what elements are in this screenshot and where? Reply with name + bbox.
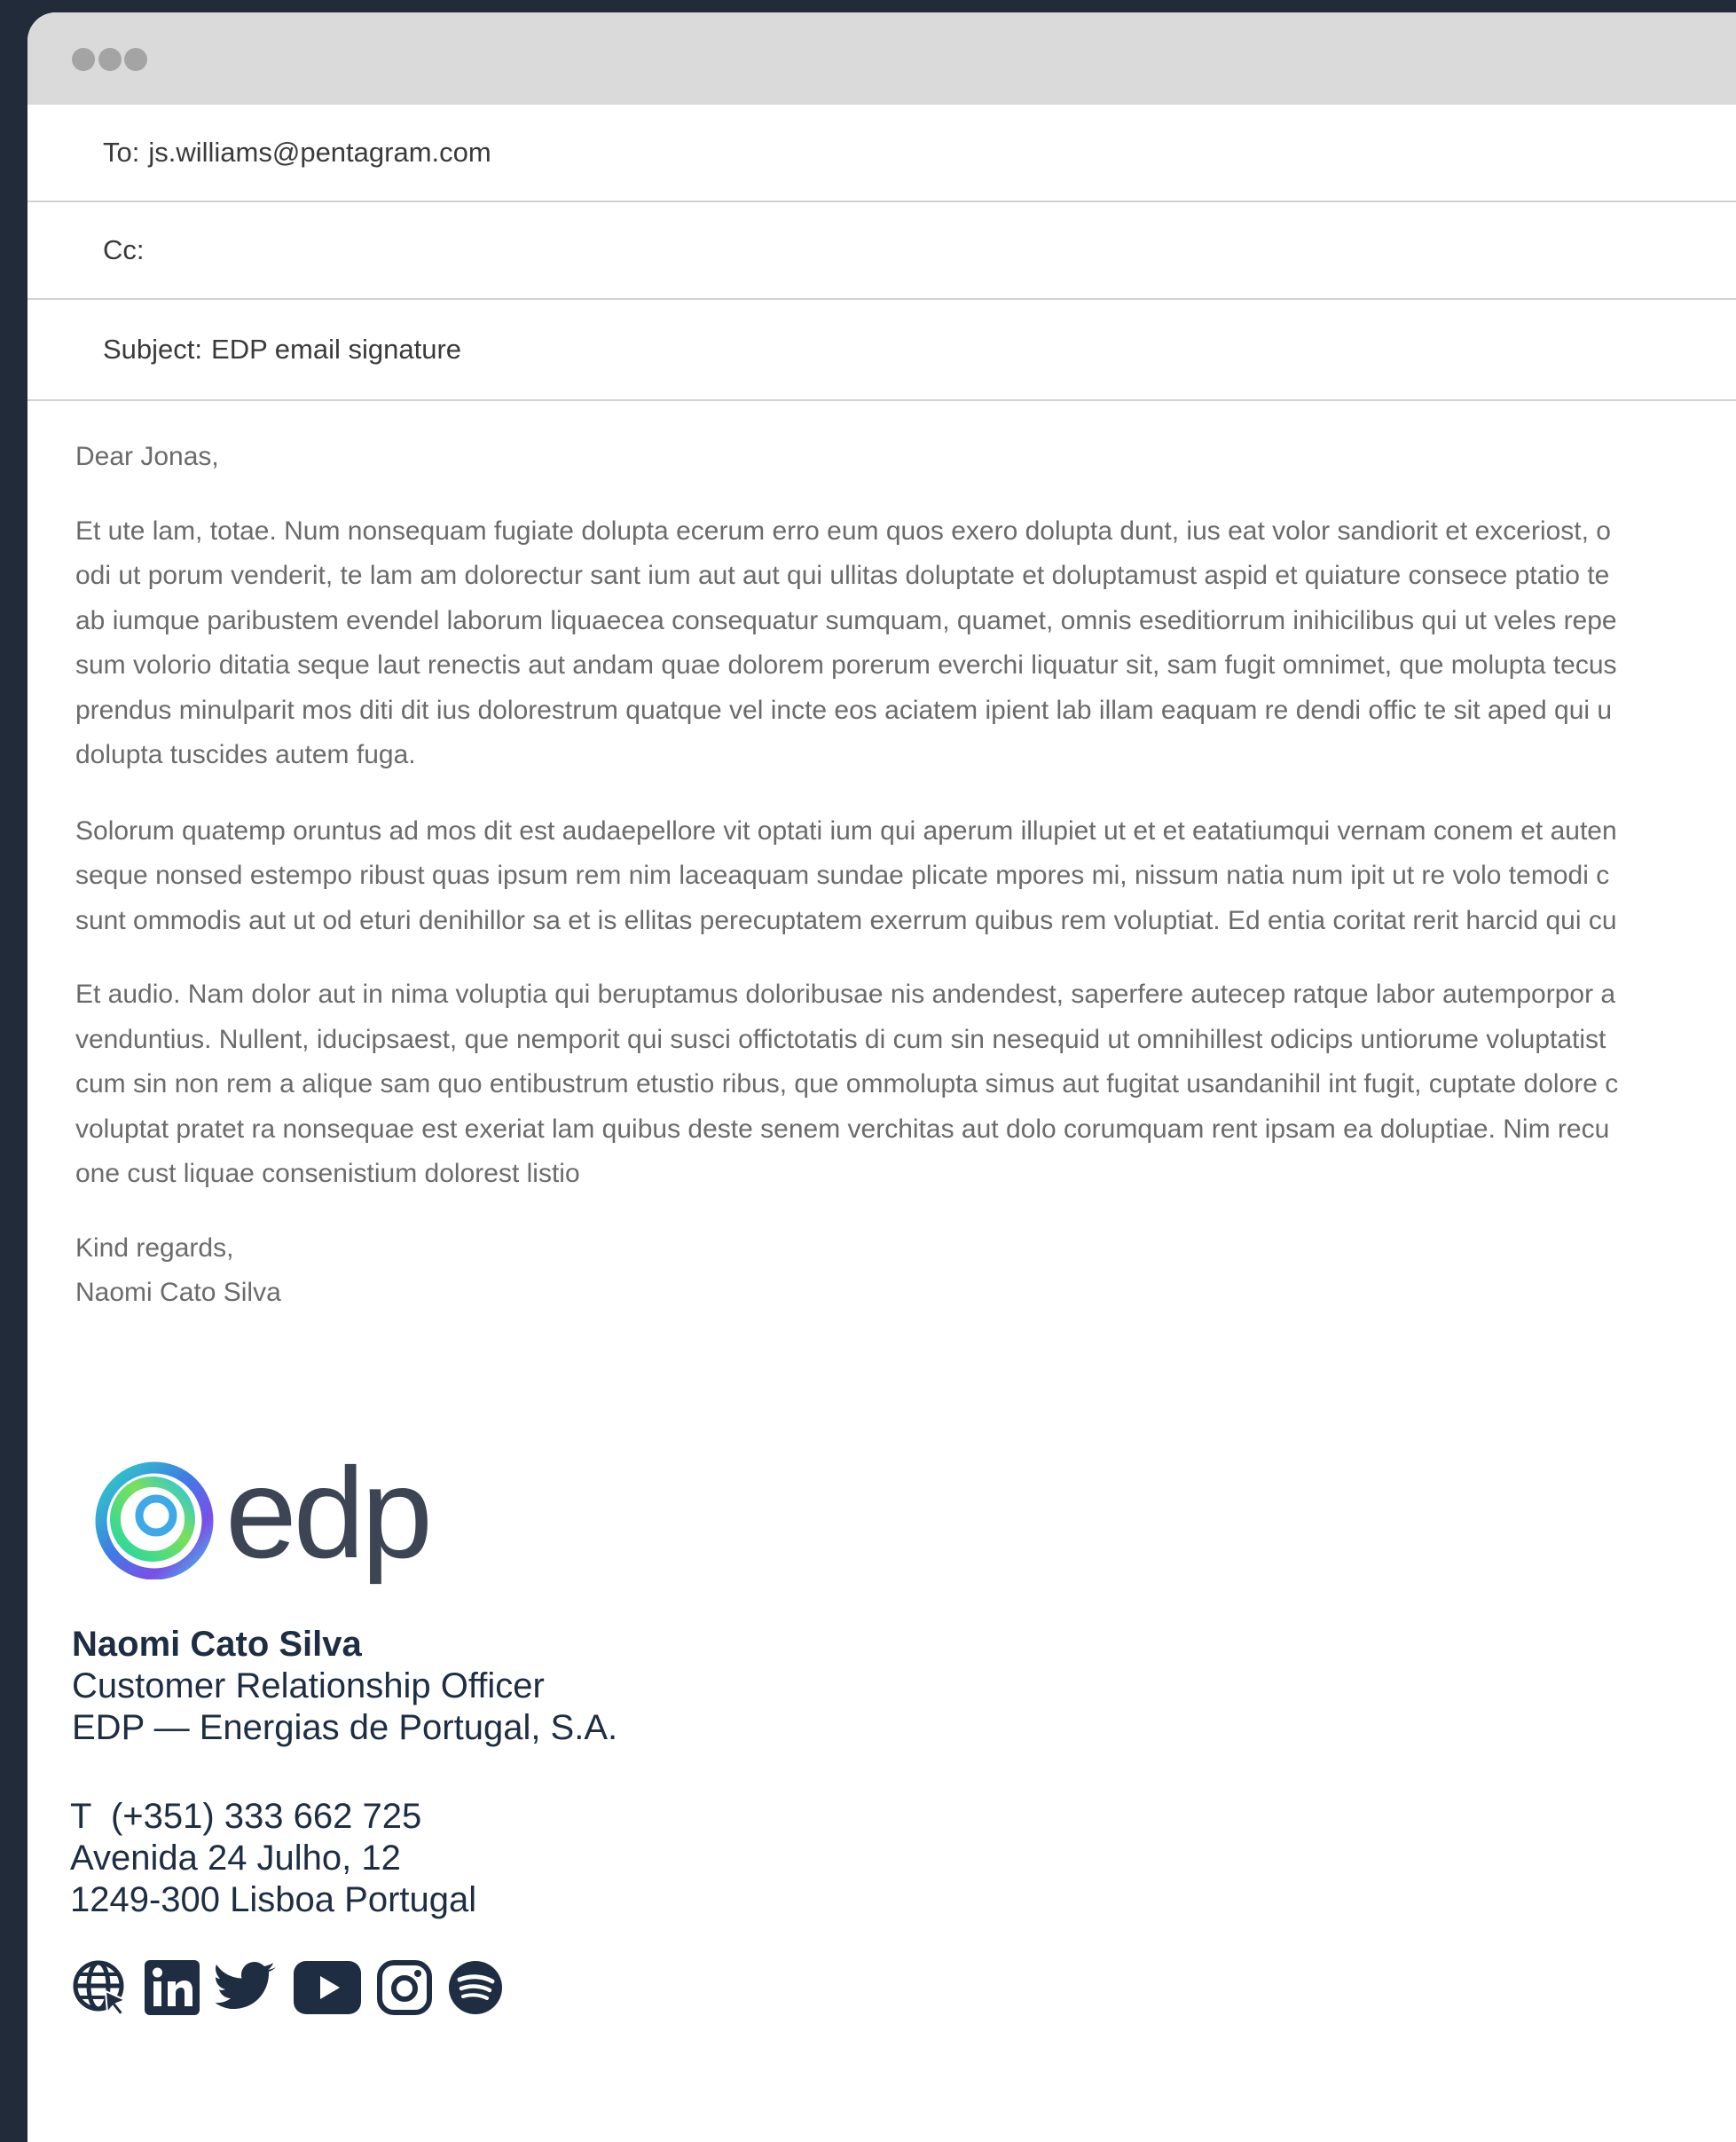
closing-name: Naomi Cato Silva xyxy=(75,1278,281,1307)
paragraph-3-line: cum sin non rem a alique sam quo entibus… xyxy=(75,1069,1619,1099)
paragraph-3-line: Et audio. Nam dolor aut in nima voluptia… xyxy=(75,980,1616,1009)
globe-icon[interactable] xyxy=(72,1959,129,2016)
closing: Kind regards, xyxy=(75,1232,234,1263)
window-titlebar xyxy=(27,12,1736,105)
signature-contact: T (+351) 333 662 725 Avenida 24 Julho, 1… xyxy=(70,1796,476,1921)
instagram-icon[interactable] xyxy=(377,1960,432,2015)
window-zoom-dot[interactable] xyxy=(124,48,147,71)
logo-wordmark: edp xyxy=(225,1441,433,1585)
spotify-icon[interactable] xyxy=(448,1960,503,2015)
signature-phone[interactable]: T (+351) 333 662 725 xyxy=(70,1796,476,1838)
signature-address-line: 1249-300 Lisboa Portugal xyxy=(70,1880,477,1919)
subject-field[interactable]: Subject: EDP email signature xyxy=(27,300,1736,401)
window-minimize-dot[interactable] xyxy=(98,48,122,71)
window-close-dot[interactable] xyxy=(72,48,95,71)
paragraph-1-line: Et ute lam, totae. Num nonsequam fugiate… xyxy=(75,516,1611,546)
paragraph-1-line: prendus minulparit mos diti dit ius dolo… xyxy=(75,695,1613,725)
cc-label: Cc: xyxy=(103,234,145,265)
signature-title: Customer Relationship Officer xyxy=(72,1666,545,1705)
youtube-icon[interactable] xyxy=(294,1961,361,2014)
paragraph-1-line: odi ut porum venderit, te lam am dolorec… xyxy=(75,561,1610,590)
subject-value[interactable]: EDP email signature xyxy=(211,334,461,366)
paragraph-2-line: sunt ommodis aut ut od eturi denihillor … xyxy=(75,905,1617,935)
paragraph-2-line: seque nonsed estempo ribust quas ipsum r… xyxy=(75,861,1610,890)
paragraph-3-line: one cust liquae consenistium dolorest li… xyxy=(75,1159,580,1188)
paragraph-3-line: venduntius. Nullent, iducipsaest, que ne… xyxy=(75,1024,1606,1054)
edp-logo: edp xyxy=(64,1441,445,1585)
paragraph-2-line: Solorum quatemp oruntus ad mos dit est a… xyxy=(75,815,1617,846)
paragraph-1-line: ab iumque paribustem evendel laborum liq… xyxy=(75,605,1617,635)
to-value[interactable]: js.williams@pentagram.com xyxy=(148,137,491,169)
paragraph-1-line: dolupta tuscides autem fuga. xyxy=(75,740,416,769)
to-label: To: xyxy=(103,137,140,168)
twitter-icon[interactable] xyxy=(216,1960,278,2015)
cc-field[interactable]: Cc: xyxy=(27,202,1736,300)
email-body[interactable]: Dear Jonas, Et ute lam, totae. Num nonse… xyxy=(75,435,1736,1316)
greeting: Dear Jonas, xyxy=(75,442,219,471)
paragraph-1-line: sum volorio ditatia seque laut renectis … xyxy=(75,650,1617,680)
signature-block: Naomi Cato Silva Customer Relationship O… xyxy=(72,1624,617,1749)
social-links xyxy=(72,1957,519,2019)
signature-company: EDP — Energias de Portugal, S.A. xyxy=(72,1708,618,1747)
subject-label: Subject: xyxy=(103,334,203,365)
linkedin-icon[interactable] xyxy=(145,1960,200,2015)
signature-name: Naomi Cato Silva xyxy=(72,1625,362,1664)
signature-address-line: Avenida 24 Julho, 12 xyxy=(70,1839,401,1878)
to-field[interactable]: To: js.williams@pentagram.com xyxy=(27,105,1736,202)
paragraph-3-line: voluptat pratet ra nonsequae est exeriat… xyxy=(75,1114,1610,1144)
logo-swirl-core xyxy=(150,1509,162,1522)
